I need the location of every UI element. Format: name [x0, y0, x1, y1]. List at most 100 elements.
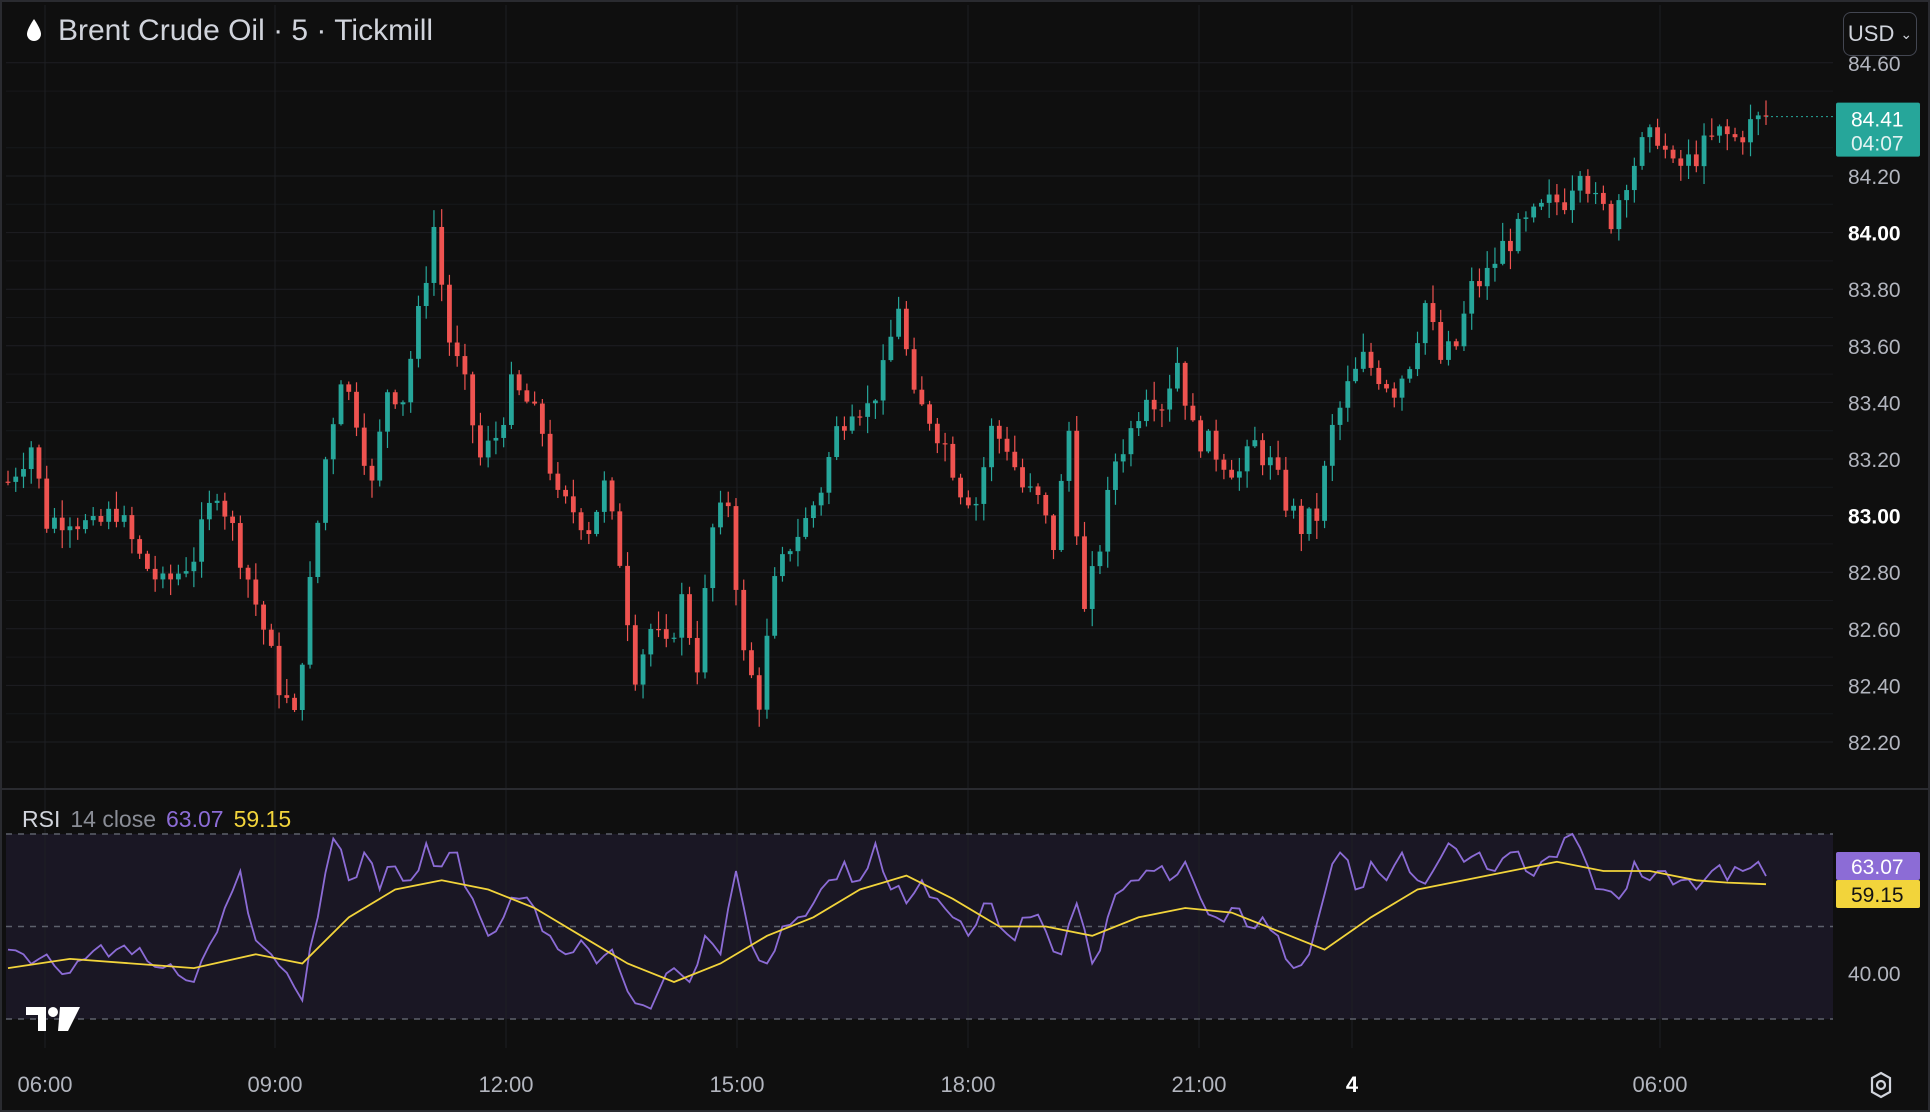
candle-body — [1446, 341, 1451, 360]
candle — [594, 510, 599, 537]
candle-body — [199, 519, 205, 562]
candle-body — [1469, 281, 1475, 314]
candle-body — [1252, 440, 1258, 447]
candle-body — [1074, 430, 1080, 537]
candle-body — [1291, 505, 1296, 511]
candle — [338, 380, 344, 426]
candle — [702, 574, 708, 679]
price-axis-label-10: 84.20 — [1848, 166, 1901, 189]
candle-body — [547, 433, 553, 474]
candle-body — [679, 594, 685, 638]
candle — [416, 295, 421, 368]
time-axis-label-3: 15:00 — [709, 1072, 764, 1097]
candle-body — [942, 443, 948, 445]
candle-body — [299, 664, 305, 711]
currency-selector-button[interactable]: USD ⌄ — [1843, 12, 1917, 56]
candle-body — [1058, 480, 1064, 551]
time-axis-label-4: 18:00 — [940, 1072, 995, 1097]
candle — [632, 614, 638, 691]
candle-body — [965, 497, 971, 506]
candle-body — [59, 517, 65, 531]
candle-body — [454, 342, 460, 357]
candle — [323, 456, 328, 531]
candle-body — [1438, 322, 1444, 360]
candle-body — [1624, 190, 1629, 201]
candle-body — [1430, 303, 1436, 323]
candle-body — [834, 426, 840, 458]
chart-canvas[interactable]: 82.20 82.40 82.60 82.80 83.00 83.20 83.40 83.60… — [0, 0, 1930, 1112]
symbol-header[interactable]: Brent Crude Oil · 5 · Tickmill — [22, 14, 433, 48]
candle-body — [493, 437, 499, 441]
candle-body — [1577, 175, 1583, 191]
candle-body — [485, 440, 491, 458]
candle-body — [1678, 158, 1684, 166]
candle-body — [973, 503, 979, 506]
candle-body — [1004, 438, 1010, 452]
price-axis-label-2: 82.60 — [1848, 619, 1901, 642]
candle-body — [764, 635, 770, 710]
candle-body — [1724, 126, 1730, 135]
candle-body — [888, 336, 894, 361]
candle-body — [756, 675, 762, 710]
candle-body — [1097, 551, 1103, 567]
candle-body — [934, 423, 940, 444]
candle-body — [1569, 190, 1575, 211]
candle-body — [1515, 218, 1521, 252]
symbol-title[interactable]: Brent Crude Oil · 5 · Tickmill — [58, 14, 433, 48]
candle-body — [617, 511, 623, 566]
candle-body — [423, 282, 429, 307]
candle-body — [586, 530, 592, 534]
candle-body — [1477, 281, 1482, 287]
candle-body — [1337, 407, 1343, 425]
candle-body — [1190, 405, 1196, 421]
candle-body — [1105, 489, 1111, 552]
candle-body — [772, 576, 778, 636]
candle-body — [230, 516, 235, 524]
candle-body — [1012, 451, 1018, 468]
settings-gear-icon[interactable] — [1866, 1070, 1896, 1100]
time-axis-label-1: 09:00 — [247, 1072, 302, 1097]
candle-body — [1322, 465, 1327, 521]
candle-body — [1701, 135, 1707, 167]
candle-body — [1236, 471, 1242, 478]
rsi-legend-params: 14 close — [70, 806, 157, 832]
candle-body — [28, 447, 34, 470]
candle-body — [385, 392, 390, 432]
time-axis-label-7: 06:00 — [1632, 1072, 1687, 1097]
candle-body — [1198, 420, 1204, 452]
candle-body — [1531, 206, 1537, 218]
candle — [1074, 416, 1080, 546]
candle-body — [1167, 388, 1173, 410]
candle-body — [222, 500, 228, 517]
candle-body — [338, 384, 344, 425]
candle-body — [1655, 127, 1660, 146]
candle-body — [578, 512, 584, 531]
candle — [617, 503, 623, 568]
candle-body — [284, 695, 290, 698]
price-axis-label-5: 83.20 — [1848, 449, 1901, 472]
candle-body — [501, 424, 507, 438]
candle-body — [811, 505, 816, 519]
candle-body — [152, 568, 158, 580]
candle-body — [516, 374, 522, 391]
candle-body — [400, 402, 406, 405]
candle — [1205, 429, 1211, 454]
candle — [1608, 200, 1614, 234]
candle-body — [346, 384, 352, 392]
time-axis-label-0: 06:00 — [17, 1072, 72, 1097]
candle-body — [83, 520, 88, 530]
candle-body — [1329, 424, 1335, 466]
rsi-value-tag-label: 63.07 — [1851, 856, 1904, 879]
candle-body — [447, 284, 452, 343]
candle-body — [865, 403, 871, 417]
candle-body — [609, 480, 615, 512]
candle-body — [1260, 440, 1266, 466]
candle-body — [896, 308, 902, 337]
candle-body — [1492, 263, 1498, 268]
candle-body — [1670, 149, 1676, 159]
rsi-legend[interactable]: RSI 14 close 63.07 59.15 — [22, 806, 291, 833]
candle-body — [361, 427, 367, 466]
tradingview-logo-icon[interactable] — [24, 1003, 82, 1035]
candle-body — [408, 358, 414, 403]
candle-body — [21, 469, 26, 477]
